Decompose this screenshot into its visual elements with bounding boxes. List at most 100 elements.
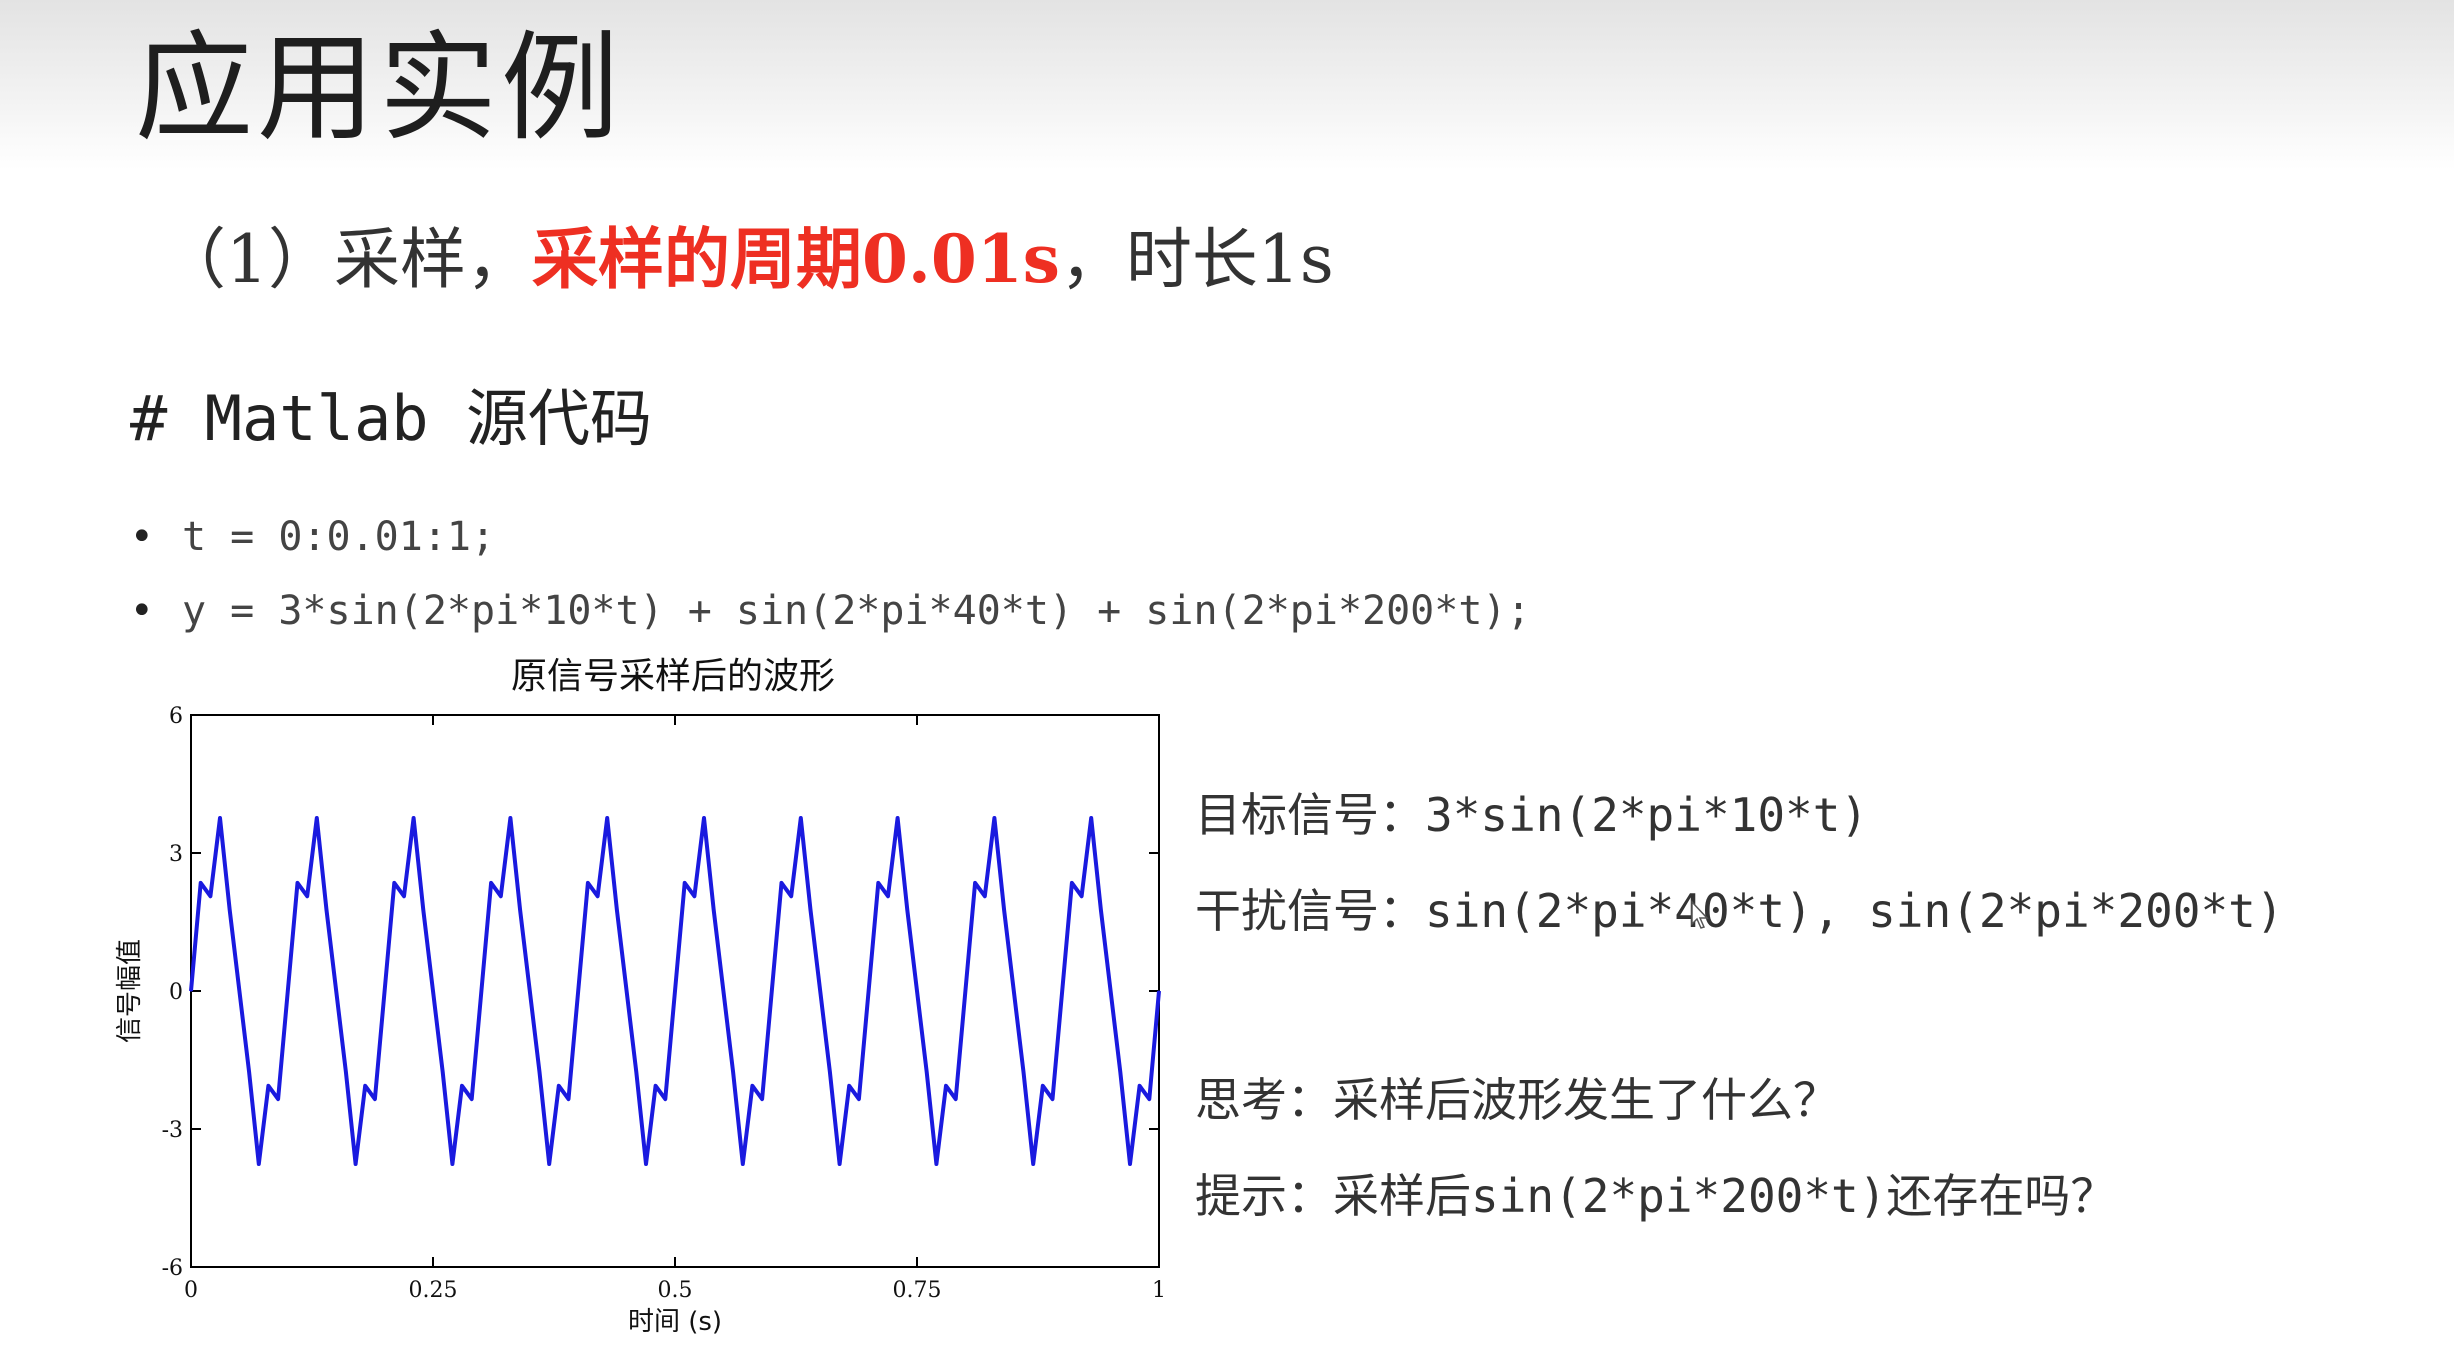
data-point (228, 909, 231, 911)
code-line-text: y = 3*sin(2*pi*10*t) + sin(2*pi*40*t) + … (182, 588, 1531, 634)
data-point (819, 990, 821, 992)
y-tick-label: -6 (162, 1256, 183, 1281)
data-point (393, 882, 396, 884)
bullet-icon: • (130, 588, 154, 634)
note-question: 思考：采样后波形发生了什么？ (1195, 1073, 1839, 1127)
data-point (993, 817, 996, 819)
data-point (548, 1163, 550, 1165)
code-line-text: t = 0:0.01:1; (182, 514, 496, 560)
waveform-chart: 原信号采样后的波形 6 3 0 -3 -6 0 0.25 0.5 0.75 1 时间 (s) 信… (115, 656, 1166, 1337)
data-point (190, 990, 192, 992)
data-point (635, 1071, 638, 1073)
data-point (916, 990, 918, 992)
data-point (780, 882, 783, 884)
x-tick-label: 0 (184, 1278, 198, 1303)
data-point (1129, 1163, 1131, 1165)
data-point (480, 990, 483, 992)
subtitle-prefix: （1）采样， (160, 221, 532, 298)
data-point (470, 1098, 473, 1100)
data-point (335, 990, 337, 992)
data-point (616, 909, 618, 911)
data-point (625, 990, 628, 992)
note-target-signal: 目标信号：3*sin(2*pi*10*t) (1195, 788, 1869, 842)
code-line: • t = 0:0.01:1; (130, 500, 1531, 574)
data-point (703, 817, 705, 819)
data-point (509, 817, 512, 819)
x-tick-label: 0.5 (658, 1278, 693, 1303)
x-tick-label: 1 (1152, 1278, 1166, 1303)
data-point (238, 990, 241, 992)
data-point (809, 909, 812, 911)
data-point (654, 1085, 657, 1087)
code-list: • t = 0:0.01:1; • y = 3*sin(2*pi*10*t) + s… (130, 500, 1531, 648)
data-point (1080, 895, 1083, 897)
data-point (354, 1163, 357, 1165)
data-point (800, 817, 802, 819)
data-point (461, 1085, 463, 1087)
data-point (790, 895, 792, 897)
data-point (374, 1098, 376, 1100)
y-tick-label: -3 (162, 1118, 183, 1143)
data-point (751, 1085, 754, 1087)
data-point (712, 909, 715, 911)
data-point (209, 895, 212, 897)
data-point (412, 817, 415, 819)
data-point (896, 817, 899, 819)
data-point (451, 1163, 454, 1165)
data-point (567, 1098, 570, 1100)
data-point (664, 1098, 667, 1100)
subtitle-suffix: ，时长1s (1059, 221, 1334, 298)
data-point (500, 895, 502, 897)
mouse-cursor-icon (1691, 900, 1709, 929)
data-point (954, 1098, 957, 1100)
data-point (606, 817, 608, 819)
data-point (1042, 1085, 1044, 1087)
data-point (1013, 990, 1015, 992)
data-point (1061, 990, 1063, 992)
data-point (1119, 1071, 1122, 1073)
data-point (325, 909, 328, 911)
data-point (848, 1085, 850, 1087)
data-point (1090, 817, 1092, 819)
data-point (1138, 1085, 1141, 1087)
code-line: • y = 3*sin(2*pi*10*t) + sin(2*pi*40*t) +… (130, 574, 1531, 648)
note-hint: 提示：采样后sin(2*pi*200*t)还存在吗？ (1195, 1169, 2117, 1223)
data-point (287, 990, 289, 992)
data-point (645, 1163, 647, 1165)
data-point (1022, 1071, 1025, 1073)
data-point (316, 817, 318, 819)
data-point (587, 882, 589, 884)
data-point (538, 1071, 541, 1073)
y-tick-label: 3 (169, 842, 183, 867)
waveform-figure: 原信号采样后的波形 6 3 0 -3 -6 0 0.25 0.5 0.75 1 时间 (s) 信… (100, 640, 1190, 1360)
data-point (364, 1085, 367, 1087)
data-point (964, 990, 967, 992)
data-point (596, 895, 599, 897)
data-point (732, 1071, 734, 1073)
data-point (1071, 882, 1073, 884)
data-point (422, 909, 425, 911)
data-point (490, 882, 492, 884)
data-point (248, 1071, 250, 1073)
y-tick-label: 0 (169, 980, 183, 1005)
data-point (867, 990, 870, 992)
data-point (974, 882, 976, 884)
data-point (199, 882, 202, 884)
data-point (906, 909, 909, 911)
chart-title: 原信号采样后的波形 (511, 656, 835, 697)
data-point (771, 990, 773, 992)
slide-title: 应用实例 (135, 19, 624, 157)
data-point (683, 882, 686, 884)
data-point (529, 990, 531, 992)
series-group (189, 816, 1161, 1166)
data-point (761, 1098, 763, 1100)
data-point (1003, 909, 1005, 911)
data-point (742, 1163, 744, 1165)
data-point (219, 817, 221, 819)
data-point (858, 1098, 860, 1100)
data-point (1109, 990, 1112, 992)
data-point (441, 1071, 444, 1073)
y-tick-label: 6 (169, 704, 183, 729)
data-point (984, 895, 986, 897)
x-tick-label: 0.25 (409, 1278, 458, 1303)
